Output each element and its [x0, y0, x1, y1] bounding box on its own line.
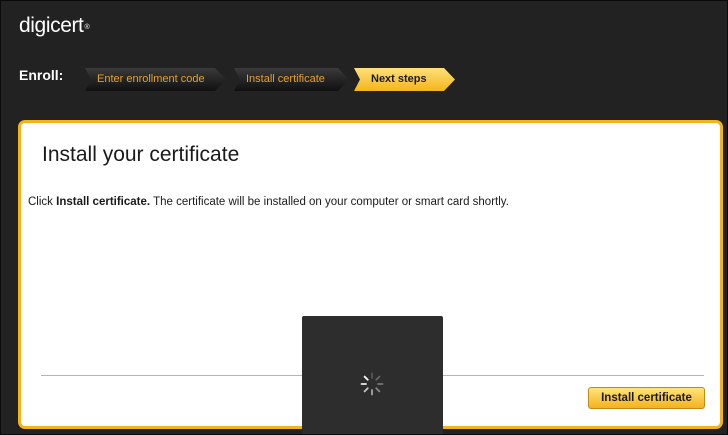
instruction-text: Click Install certificate. The certifica…	[28, 195, 509, 209]
loading-overlay	[302, 316, 443, 434]
page-title: Install your certificate	[42, 143, 240, 166]
enroll-label: Enroll:	[19, 67, 64, 83]
spinner-icon	[360, 372, 384, 396]
instruction-suffix: The certificate will be installed on you…	[150, 196, 509, 208]
app-window: digicert® Enroll: Enter enrollment code …	[0, 0, 728, 435]
step-enter-enrollment-code[interactable]: Enter enrollment code	[85, 68, 226, 91]
step-install-certificate[interactable]: Install certificate	[234, 68, 349, 91]
instruction-bold: Install certificate.	[56, 196, 151, 208]
digicert-logo: digicert®	[19, 14, 90, 38]
registered-mark: ®	[84, 24, 90, 31]
instruction-prefix: Click	[28, 196, 57, 208]
install-certificate-button[interactable]: Install certificate	[588, 387, 705, 409]
logo-text: digicert	[19, 14, 84, 37]
step-next-steps[interactable]: Next steps	[354, 68, 455, 91]
